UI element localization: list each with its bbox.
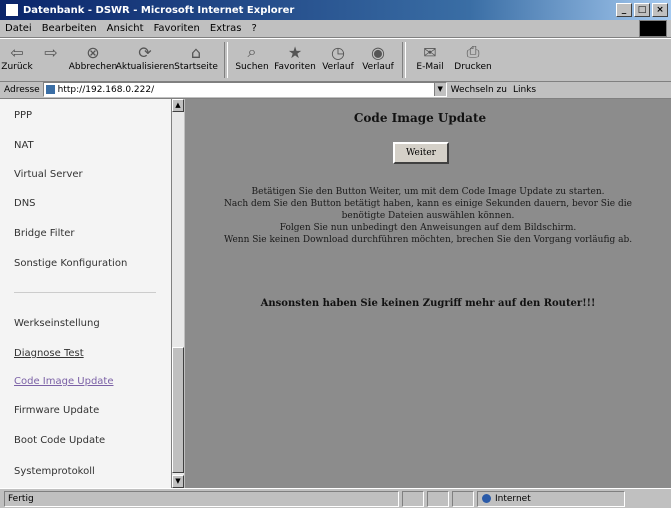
- sidebar-scrollbar[interactable]: ▲ ▼: [172, 99, 184, 488]
- sidebar-item-bridge-filter[interactable]: Bridge Filter: [14, 228, 75, 239]
- address-label: Adresse: [4, 84, 40, 95]
- instruction-line: Folgen Sie nun unbedingt den Anweisungen…: [279, 223, 577, 233]
- sidebar-item-firmware-update[interactable]: Firmware Update: [14, 405, 99, 416]
- toolbar: ⇦ Zurück ⇨ ⊗ Abbrechen ⟳ Aktualisieren ⌂…: [0, 38, 671, 82]
- forward-button[interactable]: ⇨: [34, 39, 68, 62]
- favorites-label: Favoriten: [274, 62, 316, 72]
- channels-label: Verlauf: [362, 62, 394, 72]
- stop-label: Abbrechen: [68, 62, 118, 72]
- channels-icon: ◉: [371, 42, 385, 62]
- close-button[interactable]: ×: [652, 3, 668, 17]
- history-icon: ◷: [331, 42, 345, 62]
- refresh-label: Aktualisieren: [115, 62, 175, 72]
- sidebar-divider: [14, 292, 156, 293]
- address-url: http://192.168.0.222/: [57, 84, 155, 95]
- sidebar-item-diagnose-test[interactable]: Diagnose Test: [14, 348, 84, 359]
- status-cell: [452, 490, 474, 507]
- sidebar-item-nat[interactable]: NAT: [14, 140, 34, 151]
- status-bar: Fertig Internet: [0, 488, 671, 508]
- search-icon: ⌕: [247, 42, 257, 61]
- sidebar-item-factory-reset[interactable]: Werkseinstellung: [14, 318, 100, 329]
- search-label: Suchen: [235, 62, 269, 72]
- go-button[interactable]: Wechseln zu: [451, 85, 507, 95]
- address-bar: Adresse http://192.168.0.222/ ▼ Wechseln…: [0, 81, 671, 99]
- channels-button[interactable]: ◉ Verlauf: [358, 39, 398, 73]
- minimize-button[interactable]: _: [616, 3, 632, 17]
- sidebar-item-code-image-update[interactable]: Code Image Update: [14, 376, 114, 387]
- history-button[interactable]: ◷ Verlauf: [318, 39, 358, 73]
- scroll-down-icon[interactable]: ▼: [172, 475, 184, 488]
- continue-button[interactable]: Weiter: [393, 142, 449, 164]
- mail-button[interactable]: ✉ E-Mail: [410, 39, 450, 73]
- instruction-line: Betätigen Sie den Button Weiter, um mit …: [251, 187, 605, 197]
- sidebar-item-boot-code-update[interactable]: Boot Code Update: [14, 435, 105, 446]
- toolbar-separator: [402, 42, 406, 78]
- globe-icon: [482, 494, 491, 503]
- history-label: Verlauf: [322, 62, 354, 72]
- page-title: Code Image Update: [353, 111, 487, 125]
- menu-bar: Datei Bearbeiten Ansicht Favoriten Extra…: [0, 20, 671, 38]
- status-cell: [402, 490, 424, 507]
- instruction-line: Wenn Sie keinen Download durchführen möc…: [223, 235, 633, 245]
- menu-help[interactable]: ?: [247, 23, 262, 34]
- main-content: Code Image Update Weiter Betätigen Sie d…: [185, 99, 671, 488]
- status-text: Fertig: [4, 490, 399, 507]
- ie-app-icon[interactable]: [5, 3, 19, 17]
- home-button[interactable]: ⌂ Startseite: [172, 39, 220, 73]
- scrollbar-thumb[interactable]: [172, 347, 184, 473]
- title-bar: Datenbank - DSWR - Microsoft Internet Ex…: [0, 0, 671, 20]
- back-arrow-icon: ⇦: [10, 42, 24, 62]
- chevron-down-icon[interactable]: ▼: [433, 83, 446, 96]
- sidebar-item-system-log[interactable]: Systemprotokoll: [14, 466, 95, 477]
- refresh-icon: ⟳: [138, 42, 152, 62]
- refresh-button[interactable]: ⟳ Aktualisieren: [115, 39, 175, 73]
- window-controls: _ □ ×: [614, 3, 668, 17]
- links-button[interactable]: Links: [513, 85, 536, 95]
- print-button[interactable]: ⎙ Drucken: [450, 39, 496, 72]
- status-cell: [427, 490, 449, 507]
- warning-text: Ansonsten haben Sie keinen Zugriff mehr …: [260, 298, 596, 309]
- forward-arrow-icon: ⇨: [44, 42, 58, 62]
- sidebar-item-other-config[interactable]: Sonstige Konfiguration: [14, 258, 127, 269]
- stop-icon: ⊗: [86, 42, 100, 62]
- page-icon: [45, 85, 55, 94]
- address-input[interactable]: http://192.168.0.222/ ▼: [42, 82, 447, 97]
- windows-logo-icon: [639, 20, 667, 37]
- home-icon: ⌂: [190, 42, 202, 62]
- stop-button[interactable]: ⊗ Abbrechen: [68, 39, 118, 73]
- instruction-line: Nach dem Sie den Button betätigt haben, …: [224, 199, 632, 209]
- back-button[interactable]: ⇦ Zurück: [0, 39, 34, 73]
- menu-view[interactable]: Ansicht: [102, 23, 149, 34]
- security-zone: Internet: [477, 490, 625, 507]
- back-label: Zurück: [1, 62, 33, 72]
- instruction-line: benötigte Dateien auswählen können.: [341, 211, 515, 221]
- menu-favorites[interactable]: Favoriten: [149, 23, 205, 34]
- home-label: Startseite: [174, 62, 218, 72]
- print-icon: ⎙: [466, 42, 480, 61]
- maximize-button[interactable]: □: [634, 3, 650, 17]
- zone-label: Internet: [495, 493, 531, 504]
- sidebar-nav: PPP NAT Virtual Server DNS Bridge Filter…: [0, 99, 172, 488]
- menu-edit[interactable]: Bearbeiten: [37, 23, 102, 34]
- mail-icon: ✉: [423, 42, 437, 62]
- scroll-up-icon[interactable]: ▲: [172, 99, 184, 112]
- menu-file[interactable]: Datei: [0, 23, 37, 34]
- toolbar-separator: [224, 42, 228, 78]
- favorites-icon: ★: [287, 42, 303, 62]
- mail-label: E-Mail: [416, 62, 444, 72]
- favorites-button[interactable]: ★ Favoriten: [272, 39, 318, 73]
- print-label: Drucken: [454, 62, 492, 72]
- sidebar-item-dns[interactable]: DNS: [14, 198, 36, 209]
- instructions-text: Betätigen Sie den Button Weiter, um mit …: [185, 186, 671, 246]
- sidebar-item-virtual-server[interactable]: Virtual Server: [14, 169, 83, 180]
- search-button[interactable]: ⌕ Suchen: [232, 39, 272, 72]
- menu-tools[interactable]: Extras: [205, 23, 247, 34]
- window-title: Datenbank - DSWR - Microsoft Internet Ex…: [23, 4, 295, 16]
- sidebar-item-ppp[interactable]: PPP: [14, 110, 32, 121]
